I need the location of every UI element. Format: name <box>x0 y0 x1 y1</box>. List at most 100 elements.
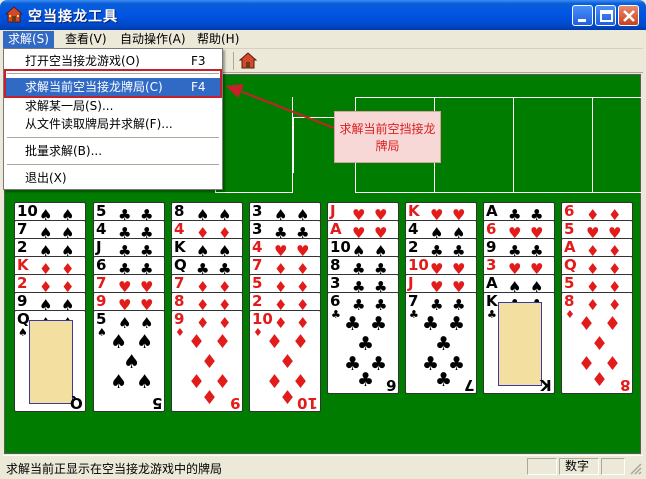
playing-card[interactable]: K ♦ ♦ <box>14 256 86 277</box>
card-rank: 10 <box>408 256 429 274</box>
playing-card[interactable]: K ♥ ♥ <box>405 202 477 223</box>
playing-card[interactable]: 4 ♦ ♦ <box>171 220 243 241</box>
playing-card[interactable]: 5 ♣ ♣ <box>93 202 165 223</box>
playing-card[interactable]: K ♠ ♠ <box>171 238 243 259</box>
playing-card[interactable]: 9 ♥ ♥ <box>93 292 165 313</box>
playing-card[interactable]: Q ♣ ♣ <box>171 256 243 277</box>
suit-pip-icon: ♦ <box>266 331 284 353</box>
card-rank: 6 <box>330 292 341 310</box>
suit-icon: ♠ <box>118 314 132 332</box>
playing-card[interactable]: 10 ♥ ♥ <box>405 256 477 277</box>
playing-card[interactable]: J ♥ ♥ <box>327 202 399 223</box>
playing-card[interactable]: 8 ♦ ♦ ♦ ♦ ♦ ♦ ♦ ♦ ♦ 8 <box>561 292 633 394</box>
playing-card[interactable]: A ♠ ♠ <box>483 274 555 295</box>
suit-icon: ♣ <box>487 308 497 321</box>
card-rank: 2 <box>17 274 28 292</box>
suit-pip-icon: ♠ <box>123 351 141 373</box>
card-rank: 9 <box>174 310 185 328</box>
suit-pip-icon: ♦ <box>214 331 232 353</box>
card-rank: A <box>330 220 342 238</box>
card-rank: K <box>486 292 498 310</box>
card-rank: 8 <box>330 256 341 274</box>
playing-card[interactable]: 10 ♠ ♠ <box>327 238 399 259</box>
suit-icon: ♦ <box>196 314 210 332</box>
playing-card[interactable]: 4 ♠ ♠ <box>405 220 477 241</box>
playing-card[interactable]: J ♥ ♥ <box>405 274 477 295</box>
playing-card[interactable]: 3 ♣ ♣ <box>249 220 321 241</box>
suit-pip-icon: ♣ <box>344 313 362 335</box>
playing-card[interactable]: 3 ♣ ♣ <box>327 274 399 295</box>
playing-card[interactable]: 6 ♣ ♣ ♣ ♣ ♣ ♣ ♣ ♣ ♣ 6 <box>327 292 399 394</box>
suit-pip-icon: ♦ <box>591 333 609 355</box>
annotation-callout: 求解当前空挡接龙 牌局 <box>334 111 441 163</box>
playing-card[interactable]: 6 ♦ ♦ <box>561 202 633 223</box>
card-rank: 7 <box>408 292 419 310</box>
playing-card[interactable]: 5 ♦ ♦ <box>249 274 321 295</box>
playing-card[interactable]: 2 ♦ ♦ <box>14 274 86 295</box>
card-rank: 4 <box>96 220 107 238</box>
playing-card[interactable]: 10 ♦ ♦ ♦ ♦ ♦ ♦ ♦ ♦ ♦ 10 <box>249 310 321 412</box>
playing-card[interactable]: 6 ♥ ♥ <box>483 220 555 241</box>
suit-icon: ♣ <box>430 296 444 314</box>
suit-icon: ♠ <box>97 326 107 339</box>
playing-card[interactable]: 5 ♠ ♠ ♠ ♠ ♠ ♠ ♠ ♠ 5 <box>93 310 165 412</box>
playing-card[interactable]: Q♠♠♠Q <box>14 310 86 412</box>
card-rank-bottom: 6 <box>385 376 396 394</box>
playing-card[interactable]: 6 ♣ ♣ <box>93 256 165 277</box>
card-rank: J <box>96 238 102 256</box>
card-rank: 8 <box>174 292 185 310</box>
playing-card[interactable]: 7 ♦ ♦ <box>249 256 321 277</box>
status-text: 求解当前正显示在空当接龙游戏中的牌局 <box>6 462 223 476</box>
card-rank: 7 <box>174 274 185 292</box>
suit-pip-icon: ♣ <box>422 313 440 335</box>
playing-card[interactable]: 9 ♠ ♠ <box>14 292 86 313</box>
playing-card[interactable]: 10 ♠ ♠ <box>14 202 86 223</box>
playing-card[interactable]: A ♥ ♥ <box>327 220 399 241</box>
suit-pip-icon: ♣ <box>435 369 453 391</box>
card-rank: J <box>408 274 414 292</box>
suit-icon: ♣ <box>374 296 388 314</box>
playing-card[interactable]: 7 ♣ ♣ ♣ ♣ ♣ ♣ ♣ ♣ ♣ 7 <box>405 292 477 394</box>
playing-card[interactable]: 5 ♦ ♦ <box>561 274 633 295</box>
card-rank: 7 <box>96 274 107 292</box>
playing-card[interactable]: 2 ♣ ♣ <box>405 238 477 259</box>
suit-icon: ♦ <box>253 326 263 339</box>
playing-card[interactable]: 9 ♣ ♣ <box>483 238 555 259</box>
card-rank: 3 <box>330 274 341 292</box>
playing-card[interactable]: 3 ♠ ♠ <box>249 202 321 223</box>
playing-card[interactable]: J ♣ ♣ <box>93 238 165 259</box>
card-rank: A <box>486 274 498 292</box>
suit-pip-icon: ♦ <box>188 331 206 353</box>
playing-card[interactable]: A ♣ ♣ <box>483 202 555 223</box>
playing-card[interactable]: 4 ♣ ♣ <box>93 220 165 241</box>
card-rank: J <box>330 202 336 220</box>
suit-icon: ♣ <box>352 296 366 314</box>
status-pane-numlock: 数字 <box>559 458 599 475</box>
playing-card[interactable]: 7 ♥ ♥ <box>93 274 165 295</box>
playing-card[interactable]: K♣♣♣K <box>483 292 555 394</box>
suit-pip-icon: ♣ <box>357 333 375 355</box>
resize-grip-icon[interactable] <box>628 461 642 475</box>
card-rank: 9 <box>96 292 107 310</box>
playing-card[interactable]: 7 ♦ ♦ <box>171 274 243 295</box>
playing-card[interactable]: 5 ♥ ♥ <box>561 220 633 241</box>
face-card-art <box>498 302 542 386</box>
playing-card[interactable]: 2 ♠ ♠ <box>14 238 86 259</box>
card-rank-bottom: 8 <box>619 376 630 394</box>
suit-icon: ♦ <box>608 296 622 314</box>
suit-pip-icon: ♠ <box>136 331 154 353</box>
playing-card[interactable]: 8 ♣ ♣ <box>327 256 399 277</box>
playing-card[interactable]: 2 ♦ ♦ <box>249 292 321 313</box>
card-rank: 10 <box>17 202 38 220</box>
card-rank: 8 <box>564 292 575 310</box>
playing-card[interactable]: 9 ♦ ♦ ♦ ♦ ♦ ♦ ♦ ♦ ♦ 9 <box>171 310 243 412</box>
playing-card[interactable]: A ♦ ♦ <box>561 238 633 259</box>
playing-card[interactable]: 4 ♥ ♥ <box>249 238 321 259</box>
suit-pip-icon: ♦ <box>604 313 622 335</box>
playing-card[interactable]: 3 ♥ ♥ <box>483 256 555 277</box>
playing-card[interactable]: 8 ♠ ♠ <box>171 202 243 223</box>
playing-card[interactable]: Q ♦ ♦ <box>561 256 633 277</box>
playing-card[interactable]: 7 ♠ ♠ <box>14 220 86 241</box>
playing-card[interactable]: 8 ♦ ♦ <box>171 292 243 313</box>
suit-pip-icon: ♣ <box>435 333 453 355</box>
